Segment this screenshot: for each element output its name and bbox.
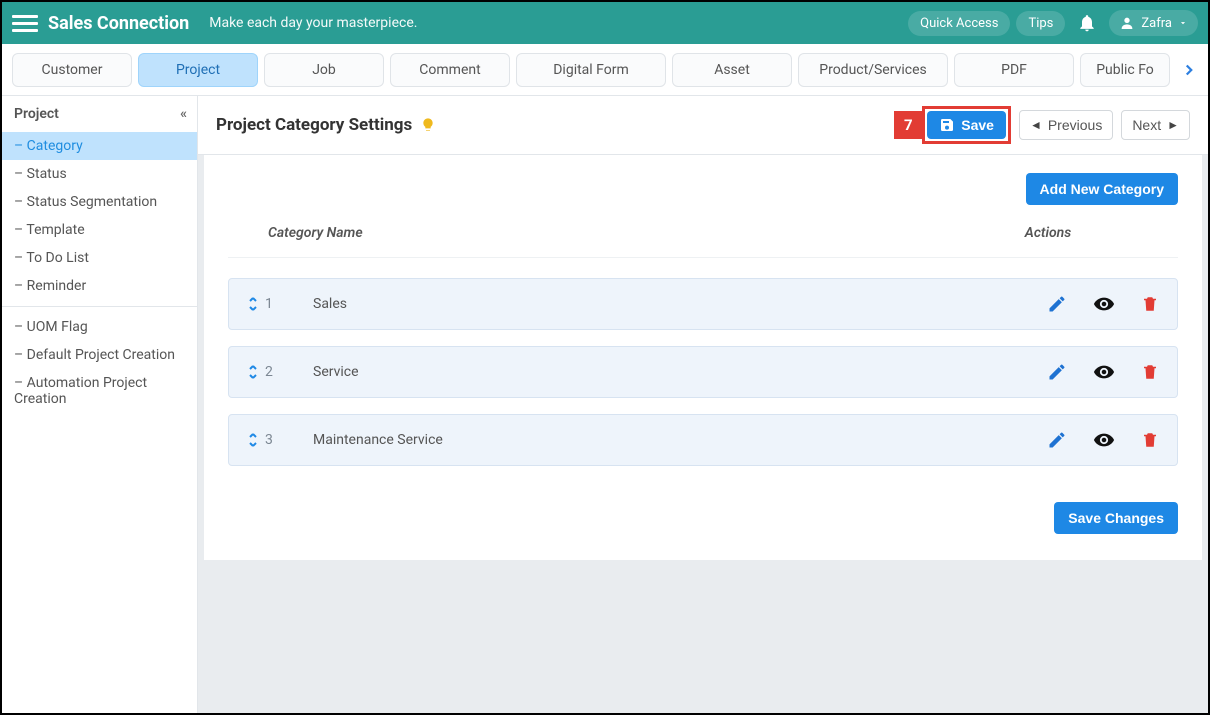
tab-public-form[interactable]: Public Fo [1080,53,1170,87]
main-area: Project Category Settings 7 Save ◄ Previ… [198,96,1208,713]
tab-job[interactable]: Job [264,53,384,87]
view-eye-icon[interactable] [1093,361,1115,383]
category-name: Sales [313,296,1047,312]
delete-trash-icon[interactable] [1141,294,1159,314]
edit-icon[interactable] [1047,294,1067,314]
order-number: 1 [265,296,279,312]
drag-handle-icon[interactable] [247,432,259,448]
brand-title: Sales Connection [48,13,189,34]
caret-right-icon: ► [1167,118,1179,132]
sidebar-item-reminder[interactable]: – Reminder [2,272,197,300]
delete-trash-icon[interactable] [1141,362,1159,382]
tab-pdf[interactable]: PDF [954,53,1074,87]
edit-icon[interactable] [1047,362,1067,382]
category-name: Service [313,364,1047,380]
next-button[interactable]: Next ► [1121,110,1190,140]
save-changes-button[interactable]: Save Changes [1054,502,1178,534]
category-row: 2 Service [228,346,1178,398]
tab-bar: Customer Project Job Comment Digital For… [2,44,1208,96]
tab-customer[interactable]: Customer [12,53,132,87]
notifications-bell-icon[interactable] [1077,13,1097,33]
order-number: 3 [265,432,279,448]
column-actions: Actions [958,225,1138,241]
save-icon [939,117,955,133]
sidebar-item-category[interactable]: – Category [2,132,197,160]
sidebar-collapse-icon[interactable]: « [180,106,185,122]
tab-product-services[interactable]: Product/Services [798,53,948,87]
column-headers: Category Name Actions [228,217,1178,258]
edit-icon[interactable] [1047,430,1067,450]
save-highlight-box: Save [922,106,1011,144]
tagline: Make each day your masterpiece. [209,15,417,31]
sidebar-item-status[interactable]: – Status [2,160,197,188]
add-new-category-button[interactable]: Add New Category [1026,173,1178,205]
sidebar-item-template[interactable]: – Template [2,216,197,244]
page-title: Project Category Settings [216,115,412,135]
order-number: 2 [265,364,279,380]
delete-trash-icon[interactable] [1141,430,1159,450]
view-eye-icon[interactable] [1093,293,1115,315]
sidebar: Project « – Category – Status – Status S… [2,96,198,713]
sidebar-item-default-project-creation[interactable]: – Default Project Creation [2,341,197,369]
category-name: Maintenance Service [313,432,1047,448]
tips-button[interactable]: Tips [1016,11,1065,36]
user-menu[interactable]: Zafra [1109,10,1198,36]
content-card: Add New Category Category Name Actions 1… [204,155,1202,560]
tab-digital-form[interactable]: Digital Form [516,53,666,87]
user-name: Zafra [1141,16,1172,31]
tab-project[interactable]: Project [138,53,258,87]
sidebar-item-automation-project-creation[interactable]: – Automation Project Creation [2,369,197,413]
sidebar-divider [2,306,197,307]
sidebar-item-todo-list[interactable]: – To Do List [2,244,197,272]
category-row: 3 Maintenance Service [228,414,1178,466]
drag-handle-icon[interactable] [247,364,259,380]
step-badge: 7 [894,111,922,139]
page-header: Project Category Settings 7 Save ◄ Previ… [198,96,1208,155]
tab-asset[interactable]: Asset [672,53,792,87]
drag-handle-icon[interactable] [247,296,259,312]
previous-button[interactable]: ◄ Previous [1019,110,1113,140]
sidebar-title: Project [14,106,59,122]
user-avatar-icon [1119,15,1135,31]
tab-scroll-right-icon[interactable] [1180,56,1198,84]
category-list: 1 Sales 2 Service [228,278,1178,466]
top-header: Sales Connection Make each day your mast… [2,2,1208,44]
view-eye-icon[interactable] [1093,429,1115,451]
sidebar-item-status-segmentation[interactable]: – Status Segmentation [2,188,197,216]
tab-comment[interactable]: Comment [390,53,510,87]
column-category-name: Category Name [268,225,958,241]
lightbulb-icon[interactable] [420,117,436,133]
chevron-down-icon [1178,18,1188,28]
save-button[interactable]: Save [927,111,1006,139]
quick-access-button[interactable]: Quick Access [908,11,1010,36]
hamburger-menu-icon[interactable] [12,15,38,32]
category-row: 1 Sales [228,278,1178,330]
sidebar-item-uom-flag[interactable]: – UOM Flag [2,313,197,341]
caret-left-icon: ◄ [1030,118,1042,132]
